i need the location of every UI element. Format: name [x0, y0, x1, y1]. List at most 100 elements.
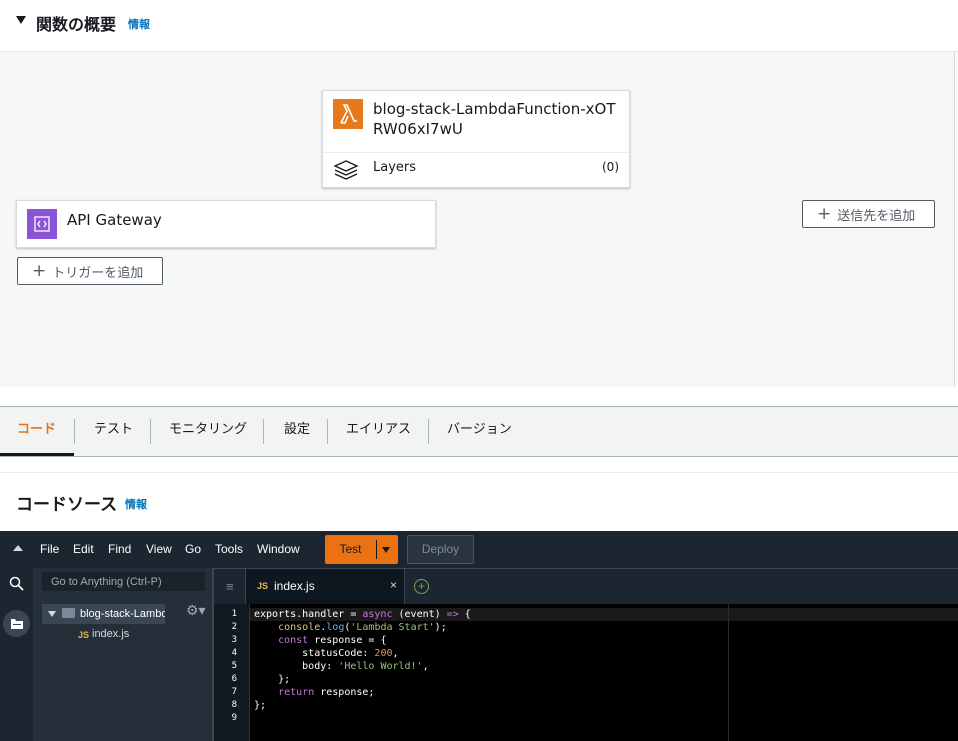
code-editor[interactable]: 1 2 3 4 5 6 7 8 9 exports.handler = asyn… [214, 604, 958, 741]
api-gateway-icon [27, 209, 57, 239]
tab-separator [74, 419, 75, 444]
menu-window[interactable]: Window [257, 542, 300, 556]
line-number: 6 [231, 674, 237, 684]
code-source-header: コードソース 情報 [0, 472, 958, 531]
line-number: 2 [231, 622, 237, 632]
code-line: statusCode: 200, [254, 647, 399, 660]
editor-tab-index-js[interactable]: JS index.js × [245, 569, 405, 605]
lambda-icon [333, 99, 363, 129]
menu-collapse-icon[interactable] [13, 545, 23, 551]
code-line: const response = { [254, 634, 386, 647]
code-token: , [392, 648, 399, 659]
collapse-caret-icon[interactable] [16, 16, 26, 24]
code-token: (event) [392, 609, 447, 620]
function-overview-title: 関数の概要 [36, 15, 117, 34]
api-gateway-label: API Gateway [67, 211, 162, 229]
search-icon[interactable] [9, 576, 24, 596]
menu-edit[interactable]: Edit [73, 542, 94, 556]
tab-menu-icon[interactable]: ≡ [226, 579, 234, 594]
js-file-icon: JS [257, 581, 269, 591]
code-token: exports.handler = [254, 609, 363, 620]
card-divider [323, 152, 629, 153]
code-token: response; [314, 687, 375, 698]
print-margin [728, 604, 729, 741]
menu-file[interactable]: File [40, 542, 59, 556]
tree-folder-label: blog-stack-Lambd [80, 608, 165, 620]
line-number: 7 [231, 687, 237, 697]
layers-icon [333, 159, 359, 185]
tab-separator [263, 419, 264, 444]
code-token: }; [254, 674, 291, 685]
code-keyword: const [278, 635, 309, 646]
diagram-scrollbar[interactable] [954, 52, 958, 387]
test-button[interactable]: Test [325, 535, 398, 564]
code-keyword: async [362, 609, 393, 620]
line-number: 4 [231, 648, 237, 658]
tab-separator [150, 419, 151, 444]
js-file-icon: JS [78, 630, 90, 640]
code-line: console.log('Lambda Start'); [254, 621, 447, 634]
gear-icon[interactable]: ⚙▾ [186, 602, 206, 619]
code-number: 200 [374, 648, 393, 659]
line-number: 3 [231, 635, 237, 645]
code-object: console [278, 622, 321, 633]
test-label: Test [339, 542, 362, 556]
layers-label[interactable]: Layers [373, 160, 416, 175]
plus-icon: + [32, 260, 47, 281]
tab-versions[interactable]: バージョン [447, 407, 512, 456]
tab-test[interactable]: テスト [94, 407, 133, 456]
editor-tab-bar: ≡ JS index.js × + [214, 568, 958, 605]
cloud9-ide: File Edit Find View Go Tools Window Test… [0, 531, 958, 741]
overview-info-link[interactable]: 情報 [128, 16, 150, 32]
code-keyword: return [278, 687, 315, 698]
code-line: }; [254, 699, 266, 712]
test-dropdown-icon[interactable] [382, 547, 390, 553]
ide-icon-bar [0, 568, 33, 741]
api-gateway-trigger-card[interactable]: API Gateway [16, 200, 436, 248]
code-operator: => [446, 609, 459, 620]
code-token: ); [434, 622, 447, 633]
code-token: response = { [308, 635, 387, 646]
go-to-anything-input[interactable] [42, 572, 205, 591]
tree-file-index-js[interactable]: index.js [92, 628, 129, 640]
add-destination-label: 送信先を追加 [837, 208, 916, 224]
code-line: }; [254, 673, 290, 686]
files-icon[interactable] [3, 610, 30, 637]
code-token: }; [254, 700, 267, 711]
tab-separator [327, 419, 328, 444]
code-token: statusCode: [254, 648, 375, 659]
add-trigger-button[interactable]: + トリガーを追加 [17, 257, 163, 285]
code-string: 'Hello World!' [338, 661, 423, 672]
code-string: 'Lambda Start' [350, 622, 435, 633]
active-tab-underline [0, 453, 74, 456]
folder-icon [62, 608, 75, 618]
menu-tools[interactable]: Tools [215, 542, 243, 556]
tree-folder-row[interactable]: blog-stack-Lambd [42, 604, 165, 624]
menu-go[interactable]: Go [185, 542, 201, 556]
code-source-title: コードソース [16, 495, 118, 515]
layers-count: (0) [602, 160, 619, 174]
tab-monitoring[interactable]: モニタリング [169, 407, 247, 456]
deploy-button[interactable]: Deploy [407, 535, 474, 564]
tab-aliases[interactable]: エイリアス [346, 407, 411, 456]
tab-code[interactable]: コード [17, 407, 56, 456]
plus-icon: + [817, 203, 832, 224]
tab-configuration[interactable]: 設定 [284, 407, 310, 456]
code-token: { [458, 609, 471, 620]
add-destination-button[interactable]: + 送信先を追加 [802, 200, 935, 228]
editor-tab-label: index.js [274, 579, 315, 593]
code-line: body: 'Hello World!', [254, 660, 428, 673]
code-function: log [326, 622, 345, 633]
add-tab-icon[interactable]: + [414, 579, 429, 594]
folder-expand-icon[interactable] [48, 611, 56, 617]
function-card[interactable]: blog-stack-LambdaFunction-xOTRW06xI7wU L… [322, 90, 630, 188]
line-number: 8 [231, 700, 237, 710]
line-number: 5 [231, 661, 237, 671]
menu-find[interactable]: Find [108, 542, 131, 556]
menu-view[interactable]: View [146, 542, 172, 556]
code-token: body: [254, 661, 339, 672]
close-icon[interactable]: × [390, 578, 397, 592]
code-source-info-link[interactable]: 情報 [125, 496, 147, 512]
